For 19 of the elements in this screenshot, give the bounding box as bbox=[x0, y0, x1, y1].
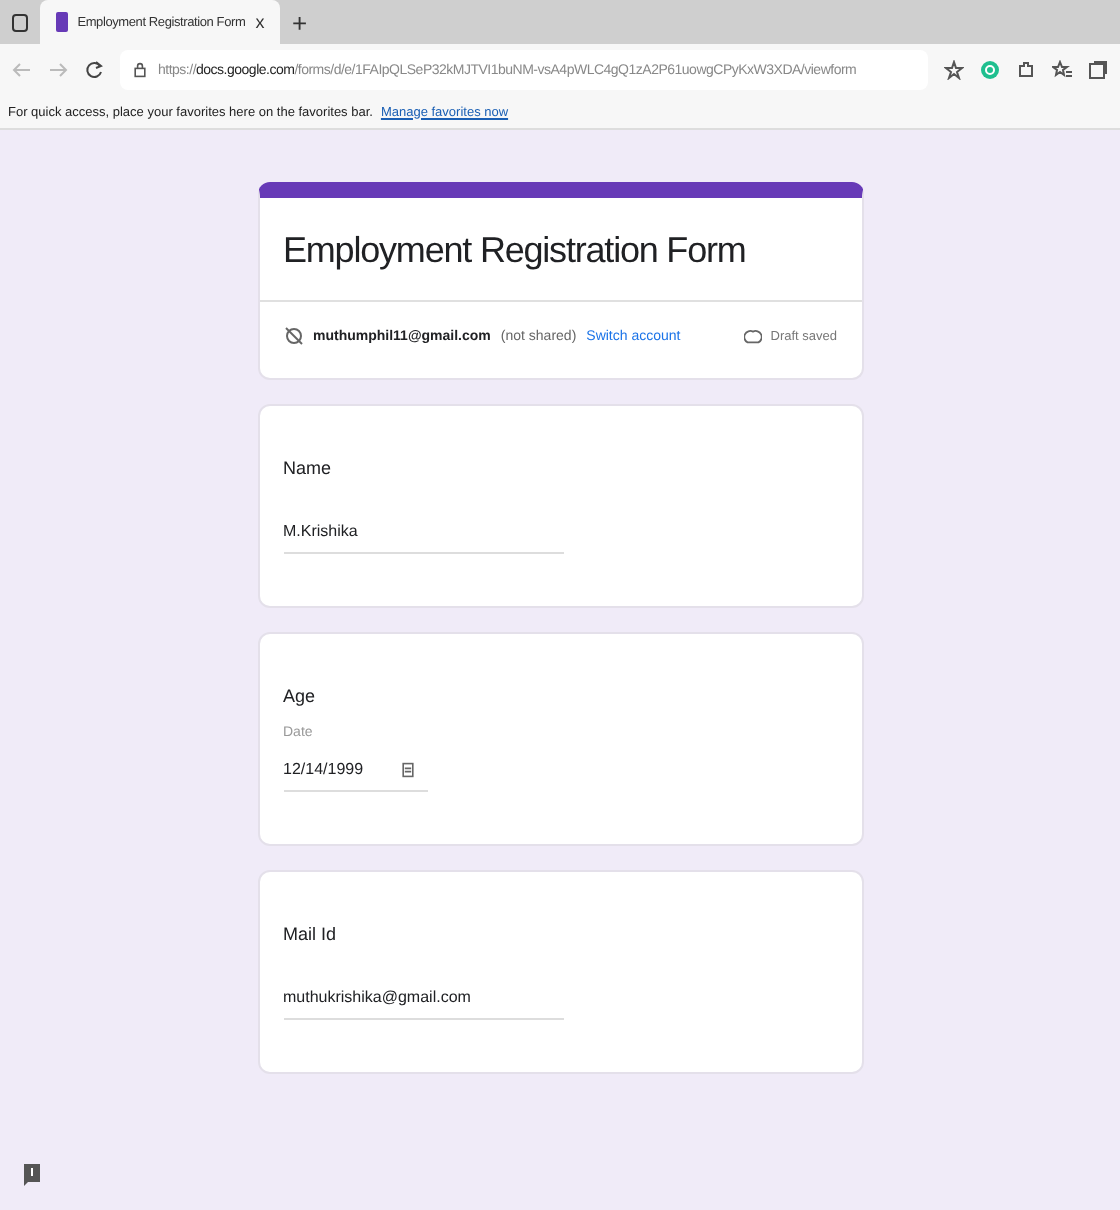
forms-icon bbox=[56, 12, 68, 32]
new-tab-button[interactable]: + bbox=[292, 7, 308, 37]
tab-actions-icon[interactable] bbox=[12, 13, 28, 31]
answer-field[interactable]: M.Krishika bbox=[283, 522, 563, 554]
date-field[interactable]: 12/14/1999 bbox=[283, 760, 428, 792]
question-label: Name bbox=[283, 458, 334, 478]
lock-icon bbox=[132, 62, 148, 78]
calendar-icon[interactable] bbox=[399, 761, 416, 777]
question-label: Age bbox=[283, 686, 318, 706]
answer-field[interactable]: muthukrishika@gmail.com bbox=[283, 988, 563, 1020]
question-label: Mail Id bbox=[283, 924, 339, 944]
form-title: Employment Registration Form bbox=[281, 228, 748, 274]
collections-icon[interactable] bbox=[1088, 60, 1108, 80]
star-add-icon[interactable] bbox=[944, 60, 964, 80]
feedback-icon[interactable] bbox=[24, 1164, 40, 1186]
refresh-icon[interactable] bbox=[84, 60, 104, 80]
favorites-icon[interactable] bbox=[1052, 60, 1072, 80]
close-tab-button[interactable]: x bbox=[255, 12, 264, 32]
cloud-off-icon bbox=[283, 326, 303, 346]
